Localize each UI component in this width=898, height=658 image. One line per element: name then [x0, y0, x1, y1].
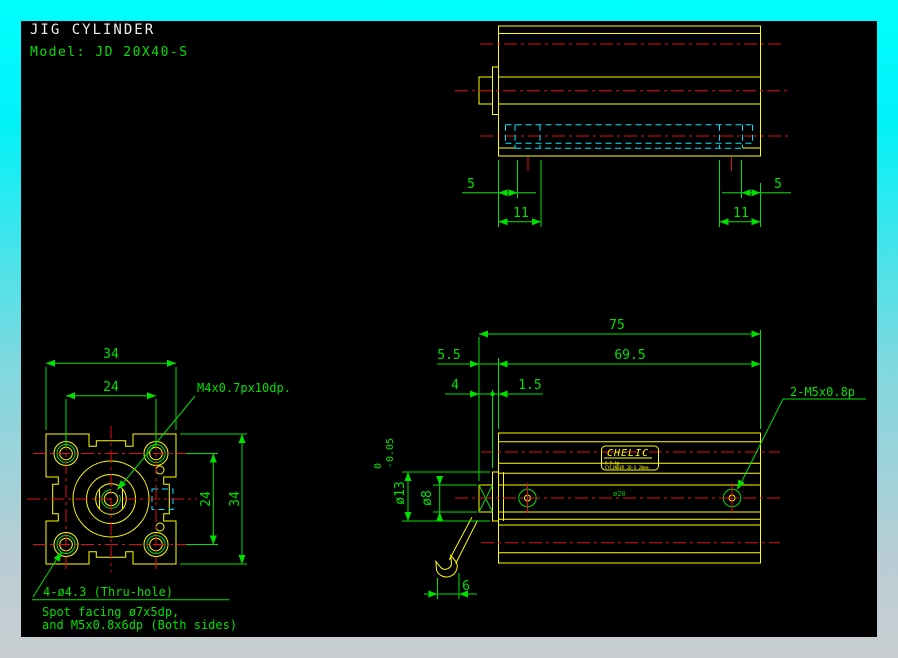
- nameplate: CHELIC A-5 tp CYLINDER JD-S 20mm: [601, 445, 659, 471]
- dim-side-75: 75: [609, 318, 625, 333]
- front-view-centerlines: [27, 426, 197, 572]
- label-spot-facing-1: Spot facing ø7x5dp,: [42, 605, 179, 619]
- side-view: CHELIC A-5 tp CYLINDER JD-S 20mm ø20 75: [373, 318, 866, 599]
- dim-front-34-top: 34: [103, 347, 119, 362]
- wrench-icon: [435, 516, 478, 578]
- cad-desktop: { "header": { "title": "JIG CYLINDER", "…: [0, 0, 898, 658]
- front-view-dimensions: 34 24 24 34 M4x0.7px10dp. 4-ø4.3 (Thru-h…: [32, 347, 291, 632]
- dim-side-69-5: 69.5: [614, 348, 645, 363]
- dim-side-5-5: 5.5: [437, 348, 460, 363]
- dim-side-4: 4: [451, 378, 459, 393]
- dim-side-dia13-tol-upper: 0: [373, 463, 384, 469]
- dim-front-34-right: 34: [228, 491, 243, 507]
- bore-mark: ø20: [613, 490, 626, 498]
- dim-side-dia13-tol-lower: -0.05: [385, 438, 396, 468]
- dim-top-left-5: 5: [467, 177, 475, 192]
- nameplate-line2: CYLINDER JD-S 20mm: [605, 465, 649, 470]
- dim-top-right-11: 11: [733, 206, 749, 221]
- dim-side-6: 6: [462, 579, 470, 594]
- dim-top-right-5: 5: [774, 177, 782, 192]
- nameplate-brand: CHELIC: [607, 448, 649, 459]
- label-spot-facing-2: and M5x0.8x6dp (Both sides): [42, 618, 237, 632]
- top-view-centerlines: [455, 43, 790, 171]
- cad-drawing: 5 11 11 5 34 24 24 34 M4x0.7px10dp. 4-ø4…: [27, 25, 866, 632]
- dim-front-24-right: 24: [199, 491, 214, 507]
- dim-side-1-5: 1.5: [518, 378, 541, 393]
- dim-side-dia8: ø8: [420, 490, 435, 506]
- label-thru-hole: 4-ø4.3 (Thru-hole): [43, 585, 173, 599]
- label-m4-thread: M4x0.7px10dp.: [197, 381, 291, 395]
- side-view-flange: [492, 471, 499, 522]
- label-ports: 2-M5x0.8p: [790, 385, 855, 399]
- top-view: 5 11 11 5: [455, 25, 791, 227]
- dim-front-24-top: 24: [103, 380, 119, 395]
- top-view-dimensions: 5 11 11 5: [462, 160, 791, 227]
- front-view: 34 24 24 34 M4x0.7px10dp. 4-ø4.3 (Thru-h…: [27, 347, 291, 632]
- dim-side-dia13: ø13: [393, 481, 408, 504]
- dim-top-left-11: 11: [513, 206, 529, 221]
